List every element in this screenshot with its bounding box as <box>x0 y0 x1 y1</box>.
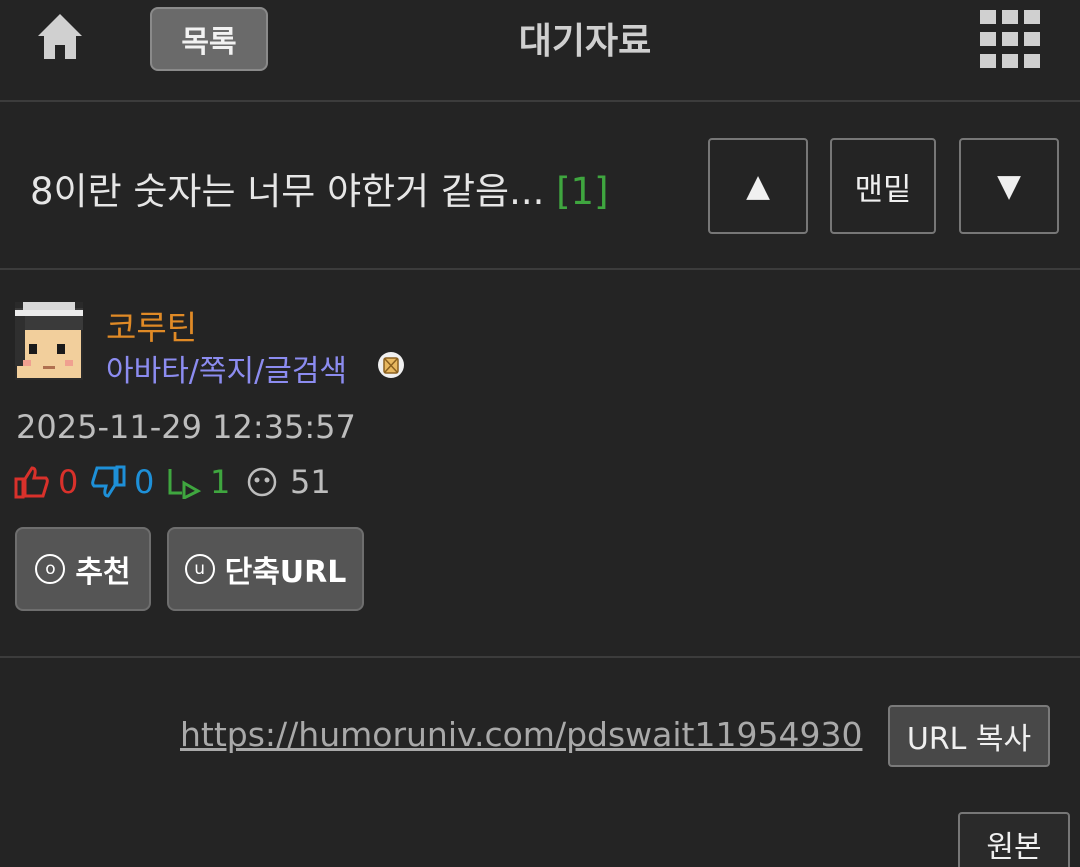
list-button[interactable]: 목록 <box>150 7 268 71</box>
post-title-text: 8이란 숫자는 너무 야한거 같음... <box>30 170 545 213</box>
post-date: 2025-11-29 12:35:57 <box>16 408 356 446</box>
down-arrow-icon: ▼ <box>997 168 1021 204</box>
reply-count: 1 <box>210 463 231 501</box>
view-count: 51 <box>290 463 331 501</box>
post-url-link[interactable]: https://humoruniv.com/pdswait11954930 <box>180 715 862 754</box>
copy-url-button[interactable]: URL 복사 <box>888 705 1050 767</box>
dislike-stat: 0 <box>90 462 154 502</box>
avatar[interactable] <box>15 302 83 380</box>
comment-count[interactable]: [1] <box>556 170 608 213</box>
divider <box>0 656 1080 658</box>
recommend-button[interactable]: o 추천 <box>15 527 151 611</box>
grid-icon[interactable] <box>980 10 1040 68</box>
o-key-icon: o <box>35 554 66 584</box>
thumbs-up-icon <box>14 465 50 499</box>
view-stat: 51 <box>246 462 331 502</box>
home-icon[interactable] <box>34 12 86 62</box>
post-title: 8이란 숫자는 너무 야한거 같음... [1] <box>30 161 609 215</box>
scroll-down-button[interactable]: ▼ <box>959 138 1059 234</box>
short-url-label: 단축URL <box>224 555 347 590</box>
author-links[interactable]: 아바타/쪽지/글검색 <box>106 346 347 390</box>
like-stat: 0 <box>14 462 78 502</box>
eyes-face-icon <box>246 466 278 498</box>
original-button[interactable]: 원본 <box>958 812 1070 867</box>
u-key-icon: u <box>184 554 215 584</box>
scroll-up-button[interactable]: ▲ <box>708 138 808 234</box>
top-bar: 목록 대기자료 <box>0 0 1080 102</box>
short-url-button[interactable]: u 단축URL <box>167 527 364 611</box>
reply-arrow-icon <box>166 465 202 499</box>
badge-icon <box>376 350 406 380</box>
thumbs-down-icon <box>90 465 126 499</box>
up-arrow-icon: ▲ <box>746 168 770 204</box>
post-title-row: 8이란 숫자는 너무 야한거 같음... [1] ▲ 맨밑 ▼ <box>0 102 1080 270</box>
like-count: 0 <box>58 463 79 501</box>
page-title: 대기자료 <box>518 21 652 62</box>
dislike-count: 0 <box>134 463 155 501</box>
author-name[interactable]: 코루틴 <box>106 301 197 349</box>
scroll-bottom-button[interactable]: 맨밑 <box>830 138 936 234</box>
page: 목록 대기자료 8이란 숫자는 너무 야한거 같음... [1] ▲ 맨밑 ▼ … <box>0 0 1080 867</box>
reply-stat: 1 <box>166 462 230 502</box>
recommend-label: 추천 <box>75 555 131 590</box>
